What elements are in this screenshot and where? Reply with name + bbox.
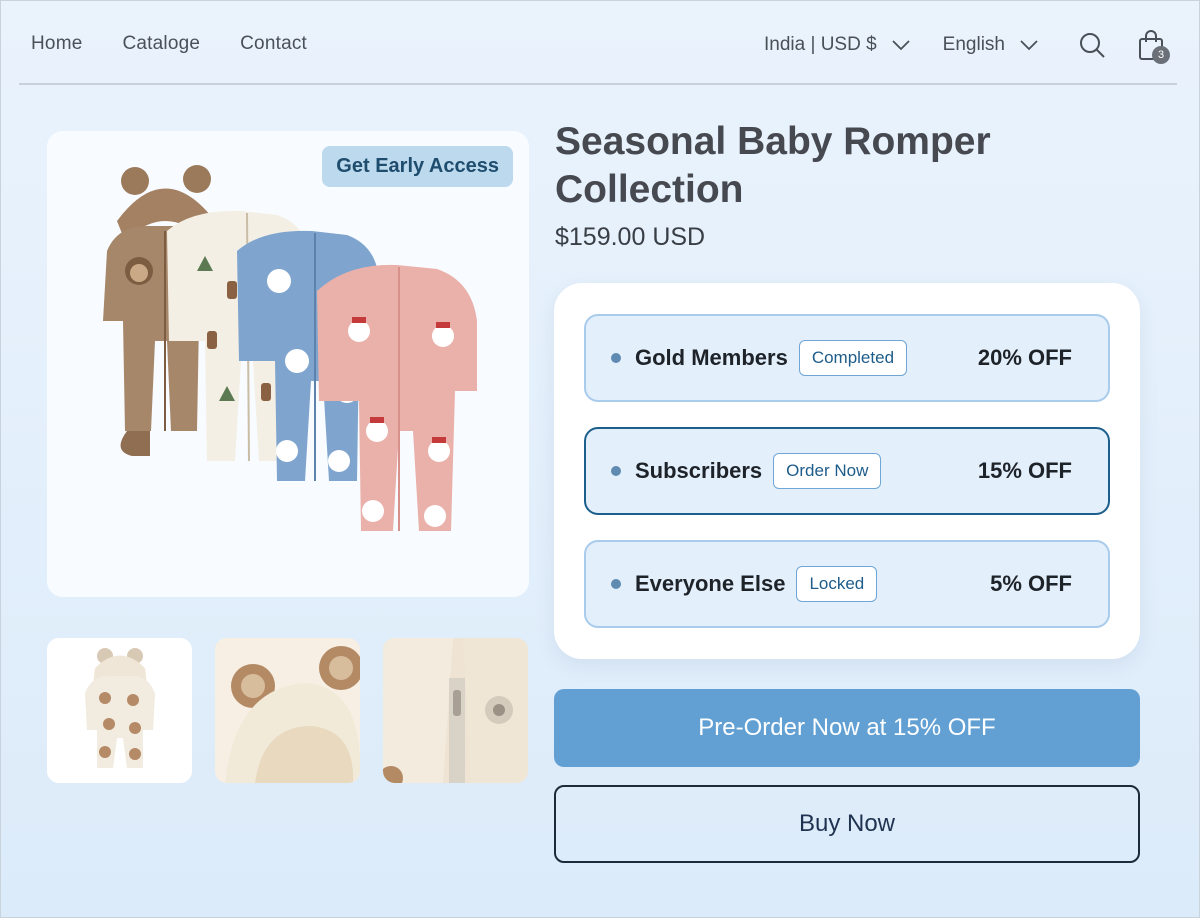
- tier-discount: 15% OFF: [977, 458, 1072, 483]
- search-icon: [1080, 33, 1105, 58]
- search-button[interactable]: [1077, 30, 1107, 60]
- tier-name: Gold Members: [635, 345, 788, 370]
- product-price: $159.00 USD: [555, 223, 706, 251]
- early-access-badge[interactable]: Get Early Access: [322, 146, 513, 187]
- country-currency-selector[interactable]: India | USD $: [764, 34, 911, 56]
- bullet-icon: [611, 579, 621, 589]
- discount-tiers-card: Gold Members Completed 20% OFF Subscribe…: [554, 283, 1140, 659]
- tier-everyone-else: Everyone Else Locked 5% OFF: [584, 540, 1110, 628]
- tier-subscribers[interactable]: Subscribers Order Now 15% OFF: [584, 427, 1110, 515]
- main-product-image: Get Early Access: [47, 131, 529, 597]
- tier-name: Everyone Else: [635, 571, 786, 596]
- tier-discount: 5% OFF: [990, 571, 1072, 596]
- thumbnail-hood-ears-image: [215, 638, 360, 783]
- cart-count-badge: 3: [1152, 46, 1170, 64]
- tier-discount: 20% OFF: [977, 345, 1072, 370]
- main-nav: Home Cataloge Contact: [31, 33, 347, 55]
- tier-gold-members: Gold Members Completed 20% OFF: [584, 314, 1110, 402]
- preorder-button[interactable]: Pre-Order Now at 15% OFF: [554, 689, 1140, 767]
- tier-status-badge[interactable]: Order Now: [773, 453, 882, 489]
- thumbnail-zipper-closeup-image: [383, 638, 528, 783]
- country-currency-label: India | USD $: [764, 34, 877, 55]
- header-controls: India | USD $ English 3: [764, 27, 1177, 64]
- bullet-icon: [611, 466, 621, 476]
- thumbnail-zipper-closeup[interactable]: [383, 638, 528, 783]
- site-header: Home Cataloge Contact India | USD $ Engl…: [19, 1, 1177, 85]
- language-label: English: [942, 34, 1005, 55]
- thumbnail-bear-pattern-image: [47, 638, 192, 783]
- nav-home-link[interactable]: Home: [31, 33, 82, 55]
- tier-name: Subscribers: [635, 458, 763, 483]
- product-romper-illustration: [47, 131, 529, 597]
- buy-now-button[interactable]: Buy Now: [554, 785, 1140, 863]
- product-title: Seasonal Baby Romper Collection: [555, 120, 991, 211]
- thumbnail-hood-ears[interactable]: [215, 638, 360, 783]
- cart-button[interactable]: 3: [1135, 28, 1170, 64]
- thumbnail-bear-pattern[interactable]: [47, 638, 192, 783]
- nav-contact-link[interactable]: Contact: [240, 33, 307, 55]
- bullet-icon: [611, 353, 621, 363]
- tier-status-badge: Locked: [796, 566, 878, 602]
- chevron-down-icon: [1020, 40, 1038, 51]
- tier-status-badge: Completed: [798, 340, 908, 376]
- chevron-down-icon: [892, 40, 910, 51]
- language-selector[interactable]: English: [943, 34, 1039, 56]
- nav-catalog-link[interactable]: Cataloge: [122, 33, 200, 55]
